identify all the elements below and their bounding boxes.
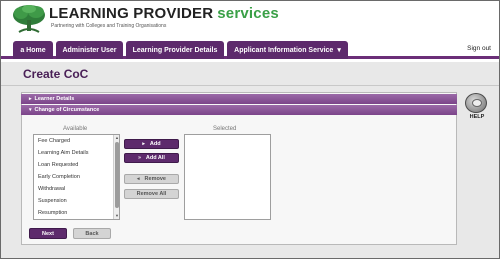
remove-button-label: Remove — [144, 176, 166, 182]
back-button[interactable]: Back — [73, 228, 111, 239]
title-divider — [1, 85, 499, 86]
help-icon[interactable] — [465, 93, 487, 113]
main-nav: a Home Administer User Learning Provider… — [1, 39, 499, 59]
arrow-right-icon: » — [138, 155, 141, 161]
accordion-learner-details-label: Learner Details — [34, 96, 75, 102]
chevron-down-icon: ▾ — [29, 107, 32, 113]
header: LEARNING PROVIDER services Partnering wit… — [1, 1, 499, 39]
brand-tagline: Partnering with Colleges and Training Or… — [51, 23, 167, 29]
chevron-right-icon: ▸ — [29, 96, 32, 102]
chevron-down-icon: ▾ — [337, 47, 341, 54]
sign-out-link[interactable]: Sign out — [467, 45, 491, 52]
remove-all-button[interactable]: Remove All — [124, 189, 179, 199]
next-button[interactable]: Next — [29, 228, 67, 239]
selected-listbox[interactable] — [184, 134, 271, 220]
remove-button[interactable]: ◂ Remove — [124, 174, 179, 184]
available-listbox[interactable]: Fee Charged Learning Aim Details Loan Re… — [33, 134, 120, 220]
remove-all-button-label: Remove All — [136, 191, 167, 197]
list-item[interactable]: Withdrawal — [38, 186, 65, 192]
nav-tab-administer-user[interactable]: Administer User — [56, 41, 123, 59]
list-item[interactable]: Loan Requested — [38, 162, 78, 168]
available-scrollbar[interactable]: ▲ ▼ — [113, 135, 119, 219]
accordion-learner-details[interactable]: ▸ Learner Details — [21, 94, 457, 104]
selected-label: Selected — [213, 126, 237, 132]
nav-tab-applicant-information-service[interactable]: Applicant Information Service ▾ — [227, 41, 348, 59]
list-item[interactable]: Fee Charged — [38, 138, 70, 144]
help-label: HELP — [469, 114, 485, 120]
brand-name: LEARNING PROVIDER services — [49, 5, 279, 23]
list-item[interactable]: Suspension — [38, 198, 67, 204]
add-all-button-label: Add All — [145, 155, 165, 161]
list-item[interactable]: Early Completion — [38, 174, 80, 180]
brand-name-part1: LEARNING PROVIDER — [49, 5, 214, 22]
tree-logo-icon — [13, 5, 45, 33]
nav-tab-learning-provider-details[interactable]: Learning Provider Details — [126, 41, 224, 59]
add-button[interactable]: ▸ Add — [124, 139, 179, 149]
nav-tab-applicant-information-service-label: Applicant Information Service — [234, 46, 334, 54]
nav-tab-home[interactable]: a Home — [13, 41, 53, 59]
available-label: Available — [63, 126, 88, 132]
scroll-down-icon[interactable]: ▼ — [114, 213, 120, 219]
accordion-change-of-circumstance[interactable]: ▾ Change of Circumstance — [21, 105, 457, 115]
brand-name-part2: services — [217, 5, 279, 22]
help-widget[interactable]: HELP — [463, 93, 489, 123]
scroll-up-icon[interactable]: ▲ — [114, 135, 120, 141]
list-item[interactable]: Resumption — [38, 210, 67, 216]
arrow-left-icon: ◂ — [137, 176, 140, 182]
accordion-change-of-circumstance-label: Change of Circumstance — [34, 107, 100, 113]
add-all-button[interactable]: » Add All — [124, 153, 179, 163]
page-title: Create CoC — [23, 67, 89, 81]
arrow-right-icon: ▸ — [142, 141, 145, 147]
scrollbar-thumb[interactable] — [115, 142, 119, 208]
list-item[interactable]: Learning Aim Details — [38, 150, 88, 156]
add-button-label: Add — [149, 141, 161, 147]
